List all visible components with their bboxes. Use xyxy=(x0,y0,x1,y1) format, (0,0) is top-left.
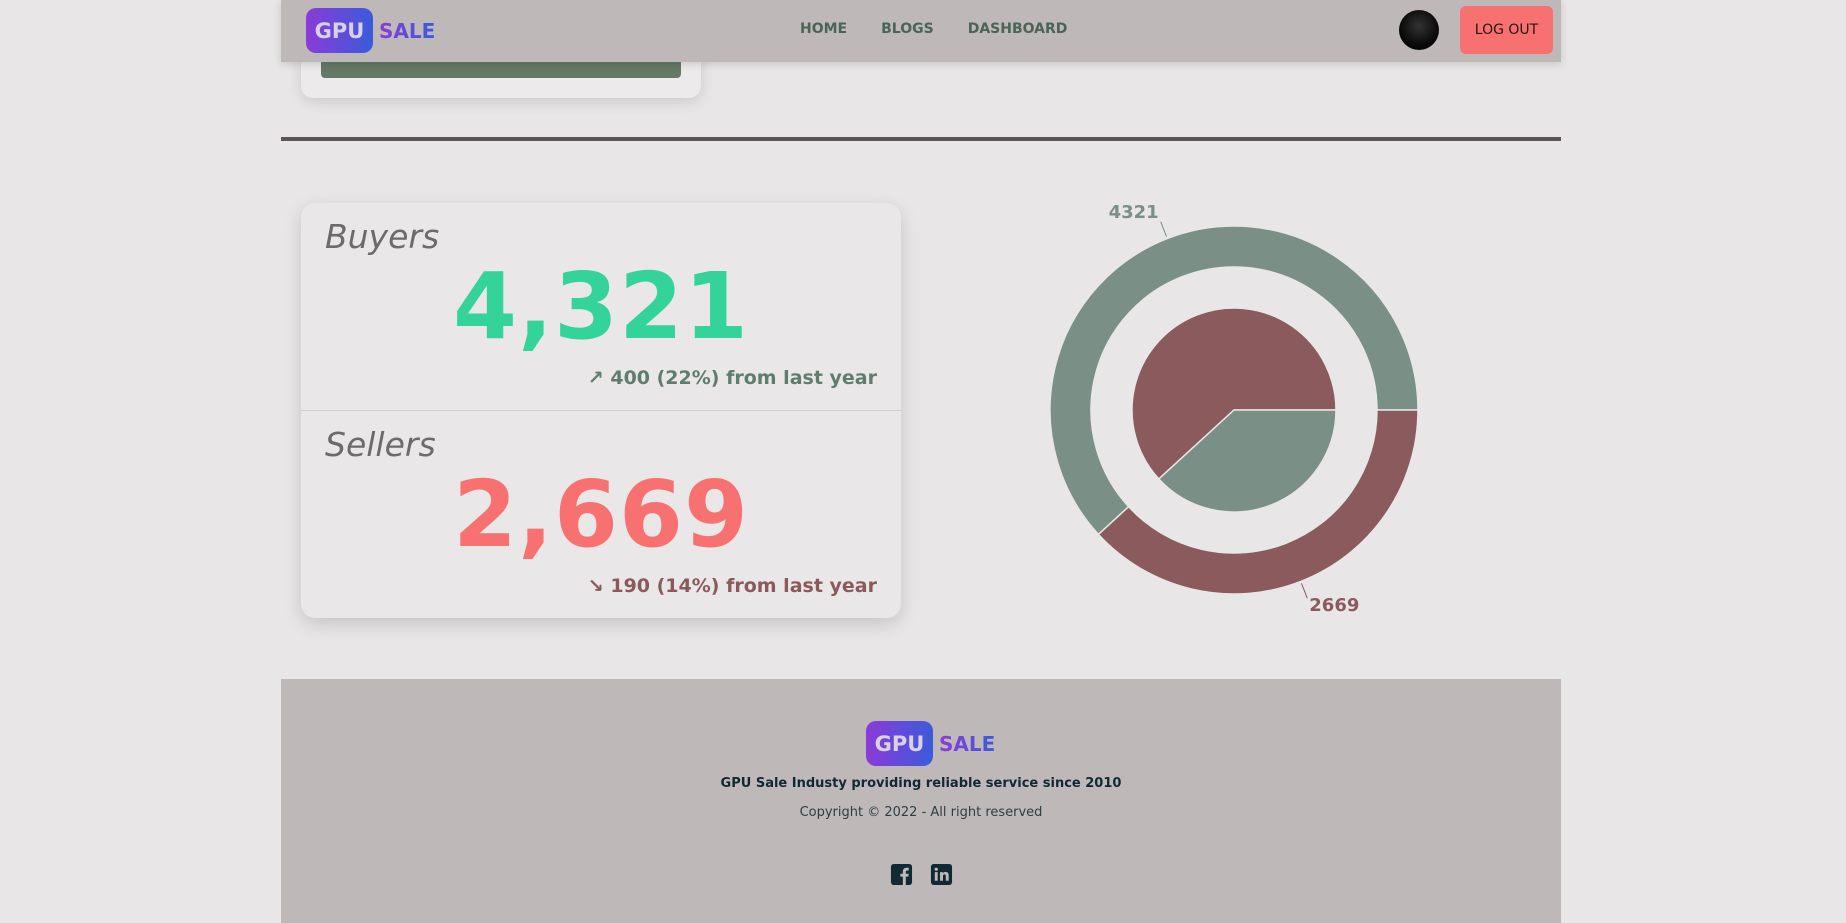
buyers-label: Buyers xyxy=(325,217,440,256)
buyers-stat: Buyers 4,321 ↗ 400 (22%) from last year xyxy=(301,203,901,411)
footer-copyright: Copyright © 2022 - All right reserved xyxy=(799,805,1043,820)
page: GPU SALE HOME BLOGS DASHBOARD LOG OUT Bu… xyxy=(281,0,1561,923)
footer-logo[interactable]: GPU SALE xyxy=(866,721,995,766)
facebook-icon[interactable] xyxy=(890,863,913,886)
sellers-value: 2,669 xyxy=(452,461,749,568)
navbar: GPU SALE HOME BLOGS DASHBOARD LOG OUT xyxy=(281,0,1561,62)
footer-logo-gpu: GPU xyxy=(866,721,933,766)
logout-button[interactable]: LOG OUT xyxy=(1460,6,1553,54)
nav-blogs[interactable]: BLOGS xyxy=(881,21,934,37)
header-logo[interactable]: GPU SALE xyxy=(306,8,435,53)
nav-home[interactable]: HOME xyxy=(800,21,847,37)
chart-svg: 4321 2669 xyxy=(1049,202,1419,616)
buyers-change: ↗ 400 (22%) from last year xyxy=(587,367,877,389)
buyers-sellers-chart: 4321 2669 xyxy=(1021,190,1481,620)
buyers-value: 4,321 xyxy=(452,253,749,360)
avatar[interactable] xyxy=(1399,10,1439,50)
leader-line-1 xyxy=(1301,583,1308,599)
nav-links: HOME BLOGS DASHBOARD xyxy=(800,21,1067,37)
nav-dashboard[interactable]: DASHBOARD xyxy=(968,21,1068,37)
stats-card: Buyers 4,321 ↗ 400 (22%) from last year … xyxy=(301,203,901,618)
section-divider xyxy=(281,137,1561,141)
sellers-label: Sellers xyxy=(325,425,436,464)
logo-gpu: GPU xyxy=(306,8,373,53)
footer-tagline: GPU Sale Industy providing reliable serv… xyxy=(720,776,1122,791)
footer-logo-sale: SALE xyxy=(939,731,996,756)
footer: GPU SALE GPU Sale Industy providing reli… xyxy=(281,679,1561,923)
logo-sale: SALE xyxy=(379,18,436,43)
sellers-stat: Sellers 2,669 ↘ 190 (14%) from last year xyxy=(301,411,901,618)
sellers-change: ↘ 190 (14%) from last year xyxy=(587,575,877,597)
data-label-1: 2669 xyxy=(1309,595,1359,616)
linkedin-icon[interactable] xyxy=(930,863,953,886)
leader-line-0 xyxy=(1160,221,1167,237)
social-links xyxy=(281,863,1561,886)
data-label-0: 4321 xyxy=(1109,202,1159,223)
